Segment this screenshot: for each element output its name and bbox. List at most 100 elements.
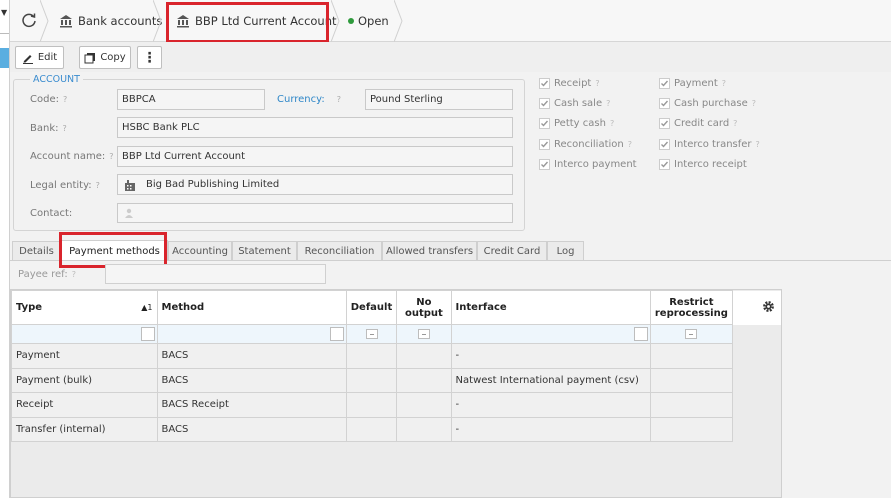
filter-interface[interactable] xyxy=(450,324,651,344)
currency-field[interactable]: Pound Sterling xyxy=(365,89,513,110)
tab-credit-card[interactable]: Credit Card xyxy=(477,241,547,261)
sort-ascending-icon[interactable]: ▲1 xyxy=(141,303,152,312)
cell-restrict xyxy=(649,416,733,442)
payee-ref-input[interactable] xyxy=(105,264,326,284)
tab-reconciliation[interactable]: Reconciliation xyxy=(297,241,382,261)
refresh-icon[interactable] xyxy=(21,12,37,28)
check-icon xyxy=(539,159,550,170)
filter-checkbox[interactable] xyxy=(365,329,378,339)
grid-table: Type ▲1 Method Default No output Interfac… xyxy=(11,290,781,442)
filter-type[interactable] xyxy=(11,324,158,344)
help-icon: ? xyxy=(595,79,600,88)
filter-default[interactable] xyxy=(345,324,398,344)
help-icon: ? xyxy=(627,140,632,149)
bank-icon xyxy=(60,15,72,28)
interco-payment-checkbox[interactable]: Interco payment xyxy=(539,159,637,170)
cell-type: Payment xyxy=(11,343,158,369)
credit-card-checkbox[interactable]: Credit card? xyxy=(659,118,737,129)
more-options-button[interactable]: ⋮ xyxy=(137,46,162,69)
cell-interface: - xyxy=(450,343,651,369)
edit-button[interactable]: Edit xyxy=(15,46,64,69)
copy-button[interactable]: Copy xyxy=(79,46,131,69)
cell-default xyxy=(345,416,398,442)
cell-method: BACS xyxy=(156,367,347,393)
reconciliation-checkbox[interactable]: Reconciliation? xyxy=(539,139,632,150)
filter-restrict[interactable] xyxy=(649,324,733,344)
petty-cash-checkbox[interactable]: Petty cash? xyxy=(539,118,614,129)
tab-log[interactable]: Log xyxy=(547,241,584,261)
check-icon xyxy=(659,78,670,89)
selected-row-marker[interactable] xyxy=(0,48,9,68)
breadcrumb-bank-accounts[interactable]: Bank accounts xyxy=(59,0,162,42)
table-row[interactable]: Payment (bulk) BACS Natwest Internationa… xyxy=(11,367,781,393)
filter-popup-icon[interactable] xyxy=(329,327,344,341)
cash-sale-checkbox[interactable]: Cash sale? xyxy=(539,98,610,109)
table-row[interactable]: Transfer (internal) BACS - xyxy=(11,416,781,442)
filter-checkbox[interactable] xyxy=(685,329,698,339)
cell-no-output xyxy=(396,416,452,442)
account-name-field[interactable]: BBP Ltd Current Account xyxy=(117,146,513,167)
payment-methods-grid: Type ▲1 Method Default No output Interfac… xyxy=(10,289,782,498)
bank-field[interactable]: HSBC Bank PLC xyxy=(117,117,513,138)
tab-accounting[interactable]: Accounting xyxy=(168,241,232,261)
cell-default xyxy=(345,367,398,393)
cell-interface: Natwest International payment (csv) xyxy=(450,367,651,393)
check-icon xyxy=(659,98,670,109)
filter-popup-icon[interactable] xyxy=(140,327,155,341)
tab-statement[interactable]: Statement xyxy=(232,241,297,261)
table-row[interactable]: Payment BACS - xyxy=(11,343,781,369)
column-header-default[interactable]: Default xyxy=(345,290,398,325)
contact-field[interactable] xyxy=(117,203,513,223)
contact-label: Contact: xyxy=(30,208,73,219)
legal-entity-label: Legal entity:? xyxy=(30,180,100,191)
table-row[interactable]: Receipt BACS Receipt - xyxy=(11,392,781,418)
cell-interface: - xyxy=(450,392,651,418)
help-icon: ? xyxy=(751,99,756,108)
cell-interface: - xyxy=(450,416,651,442)
column-header-interface[interactable]: Interface xyxy=(450,290,651,325)
code-field[interactable]: BBPCA xyxy=(117,89,265,110)
filter-checkbox[interactable] xyxy=(417,329,430,339)
dropdown-arrow-icon[interactable]: ▼ xyxy=(1,8,7,17)
interco-receipt-checkbox[interactable]: Interco receipt xyxy=(659,159,747,170)
help-icon: ? xyxy=(62,124,67,133)
check-icon xyxy=(659,159,670,170)
help-icon: ? xyxy=(336,95,341,104)
check-icon xyxy=(539,139,550,150)
cash-purchase-checkbox[interactable]: Cash purchase? xyxy=(659,98,756,109)
cell-method: BACS xyxy=(156,343,347,369)
cell-default xyxy=(345,343,398,369)
cell-spacer xyxy=(731,343,781,368)
divider xyxy=(0,33,9,34)
column-settings-cell xyxy=(731,290,781,325)
cell-no-output xyxy=(396,367,452,393)
filter-popup-icon[interactable] xyxy=(633,327,648,341)
payment-checkbox[interactable]: Payment? xyxy=(659,78,726,89)
currency-label[interactable]: Currency:? xyxy=(277,94,341,105)
filter-method[interactable] xyxy=(156,324,347,344)
interco-transfer-checkbox[interactable]: Interco transfer? xyxy=(659,139,760,150)
help-icon: ? xyxy=(721,79,727,88)
gear-icon[interactable] xyxy=(762,300,775,313)
cell-type: Transfer (internal) xyxy=(11,416,158,442)
column-header-method[interactable]: Method xyxy=(156,290,347,325)
tab-details[interactable]: Details xyxy=(12,241,61,261)
column-header-restrict[interactable]: Restrict reprocessing xyxy=(649,290,733,325)
filter-row xyxy=(11,324,781,344)
status-text: Open xyxy=(358,14,389,28)
breadcrumb-label: Bank accounts xyxy=(78,14,163,28)
cell-type: Receipt xyxy=(11,392,158,418)
cell-no-output xyxy=(396,392,452,418)
legal-entity-field[interactable]: Big Bad Publishing Limited xyxy=(117,174,513,195)
tab-allowed-transfers[interactable]: Allowed transfers xyxy=(382,241,477,261)
receipt-checkbox[interactable]: Receipt? xyxy=(539,78,600,89)
legal-entity-value: Big Bad Publishing Limited xyxy=(146,179,280,190)
check-icon xyxy=(659,118,670,129)
column-header-no-output[interactable]: No output xyxy=(396,290,452,325)
bank-label: Bank:? xyxy=(30,123,67,134)
column-header-type[interactable]: Type ▲1 xyxy=(11,290,158,325)
toolbar: Edit Copy ⋮ xyxy=(10,42,891,72)
cell-type: Payment (bulk) xyxy=(11,367,158,393)
highlight-box-tab xyxy=(59,232,167,268)
filter-no-output[interactable] xyxy=(396,324,452,344)
